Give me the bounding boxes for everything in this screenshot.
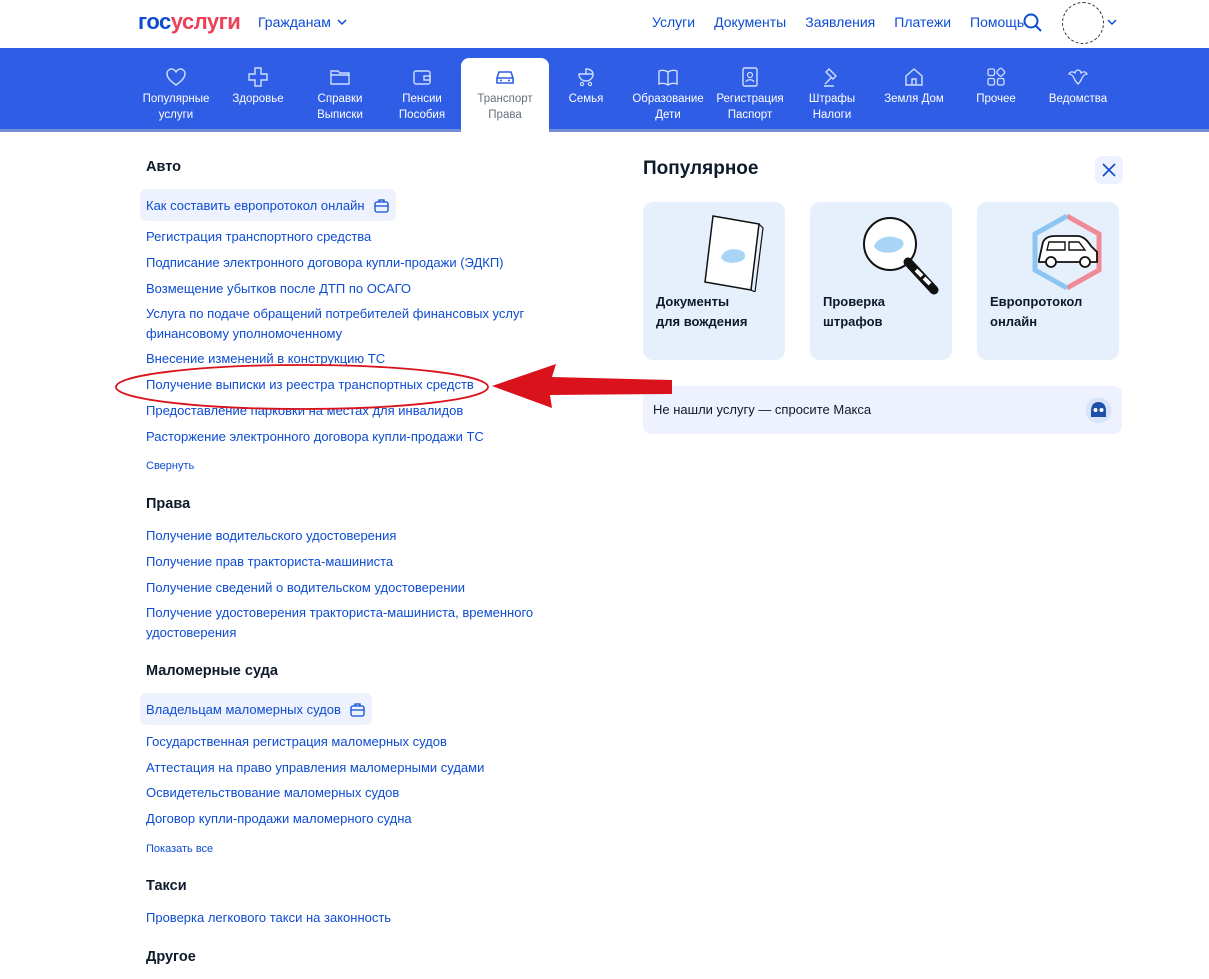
stroller-icon <box>578 68 594 87</box>
section-title-other: Другое <box>146 949 196 965</box>
category-registration[interactable]: Регистрация Паспорт <box>709 58 791 132</box>
audience-label: Гражданам <box>258 14 331 30</box>
wallet-icon <box>413 70 431 85</box>
gavel-icon <box>824 68 837 87</box>
featured-europrotocol[interactable]: Как составить европротокол онлайн <box>140 189 396 221</box>
category-bar: Популярные услуги Здоровье Справки Выписки… <box>0 48 1209 135</box>
category-popular[interactable]: Популярные услуги <box>135 58 217 132</box>
link-tractor-license[interactable]: Получение прав тракториста-машиниста <box>146 552 546 572</box>
category-family[interactable]: Семья <box>545 58 627 132</box>
featured-boat-owners[interactable]: Владельцам маломерных судов <box>140 693 372 725</box>
link-vehicle-modification[interactable]: Внесение изменений в конструкцию ТС <box>146 349 546 369</box>
category-agencies[interactable]: Ведомства <box>1037 58 1119 132</box>
category-pensions[interactable]: Пенсии Пособия <box>381 58 463 132</box>
passport-icon <box>742 67 758 87</box>
show-all-link[interactable]: Показать все <box>146 843 213 855</box>
link-tractor-certificate[interactable]: Получение удостоверения тракториста-маши… <box>146 603 541 642</box>
category-education[interactable]: Образование Дети <box>627 58 709 132</box>
link-boat-attestation[interactable]: Аттестация на право управления маломерны… <box>146 758 546 778</box>
top-header: госуслуги Гражданам Услуги Документы Зая… <box>0 0 1209 48</box>
nav-help[interactable]: Помощь <box>970 14 1024 30</box>
briefcase-icon <box>350 702 365 717</box>
document-illustration <box>704 215 764 292</box>
card-driving-documents[interactable]: Документы для вождения <box>643 202 785 360</box>
card-caption: Проверка штрафов <box>823 294 885 329</box>
robot-assistant-icon <box>1085 397 1112 424</box>
section-title-taxi: Такси <box>146 878 187 894</box>
eagle-icon <box>1067 69 1089 85</box>
ask-max-banner[interactable]: Не нашли услугу — спросите Макса <box>643 386 1122 434</box>
link-vehicle-registry-extract[interactable]: Получение выписки из реестра транспортны… <box>146 375 546 395</box>
briefcase-icon <box>373 198 389 213</box>
top-nav: Услуги Документы Заявления Платежи Помощ… <box>652 14 1024 30</box>
section-title-rights: Права <box>146 496 191 512</box>
link-license-info[interactable]: Получение сведений о водительском удосто… <box>146 578 546 598</box>
category-land-house[interactable]: Земля Дом <box>873 58 955 132</box>
nav-documents[interactable]: Документы <box>714 14 786 30</box>
heart-icon <box>166 68 186 86</box>
magnifier-illustration <box>863 217 939 295</box>
nav-services[interactable]: Услуги <box>652 14 695 30</box>
car-hexagon-illustration <box>1032 213 1102 291</box>
link-boat-inspection[interactable]: Освидетельствование маломерных судов <box>146 783 546 803</box>
card-check-fines[interactable]: Проверка штрафов <box>810 202 952 360</box>
link-boat-registration[interactable]: Государственная регистрация маломерных с… <box>146 732 546 752</box>
close-icon <box>1102 163 1116 177</box>
link-disabled-parking[interactable]: Предоставление парковки на местах для ин… <box>146 401 546 421</box>
link-taxi-check[interactable]: Проверка легкового такси на законность <box>146 908 546 928</box>
ask-max-text: Не нашли услугу — спросите Макса <box>653 402 872 417</box>
category-other[interactable]: Прочее <box>955 58 1037 132</box>
category-transport[interactable]: Транспорт Права <box>461 58 549 135</box>
link-driver-license[interactable]: Получение водительского удостоверения <box>146 526 546 546</box>
link-osago-damages[interactable]: Возмещение убытков после ДТП по ОСАГО <box>146 279 546 299</box>
card-caption: Европротокол онлайн <box>990 294 1083 329</box>
category-certificates[interactable]: Справки Выписки <box>299 58 381 132</box>
chevron-down-icon <box>337 19 347 26</box>
folder-icon <box>330 70 350 85</box>
search-icon[interactable] <box>1022 12 1044 34</box>
house-icon <box>905 68 923 86</box>
link-edkp-sign[interactable]: Подписание электронного договора купли-п… <box>146 253 546 273</box>
gosuslugi-logo[interactable]: госуслуги <box>138 9 241 35</box>
section-title-boats: Маломерные суда <box>146 663 278 679</box>
chevron-down-icon[interactable] <box>1107 17 1117 27</box>
popular-title: Популярное <box>643 158 759 179</box>
nav-applications[interactable]: Заявления <box>805 14 875 30</box>
category-health[interactable]: Здоровье <box>217 58 299 132</box>
link-edkp-terminate[interactable]: Расторжение электронного договора купли-… <box>146 427 546 447</box>
plus-cross-icon <box>248 67 268 87</box>
section-title-auto: Авто <box>146 159 181 175</box>
audience-selector[interactable]: Гражданам <box>258 14 347 30</box>
link-vehicle-registration[interactable]: Регистрация транспортного средства <box>146 227 546 247</box>
card-caption: Документы для вождения <box>656 294 748 329</box>
link-boat-sale-contract[interactable]: Договор купли-продажи маломерного судна <box>146 809 546 829</box>
collapse-link[interactable]: Свернуть <box>146 460 194 472</box>
close-button[interactable] <box>1095 156 1123 184</box>
card-europrotocol[interactable]: Европротокол онлайн <box>977 202 1119 360</box>
link-financial-ombudsman[interactable]: Услуга по подаче обращений потребителей … <box>146 304 536 343</box>
grid-icon <box>987 67 1006 86</box>
book-icon <box>658 69 678 86</box>
category-fines[interactable]: Штрафы Налоги <box>791 58 873 132</box>
avatar[interactable] <box>1062 2 1104 44</box>
nav-payments[interactable]: Платежи <box>894 14 951 30</box>
red-highlight-annotation <box>115 364 672 410</box>
car-icon <box>496 71 514 84</box>
